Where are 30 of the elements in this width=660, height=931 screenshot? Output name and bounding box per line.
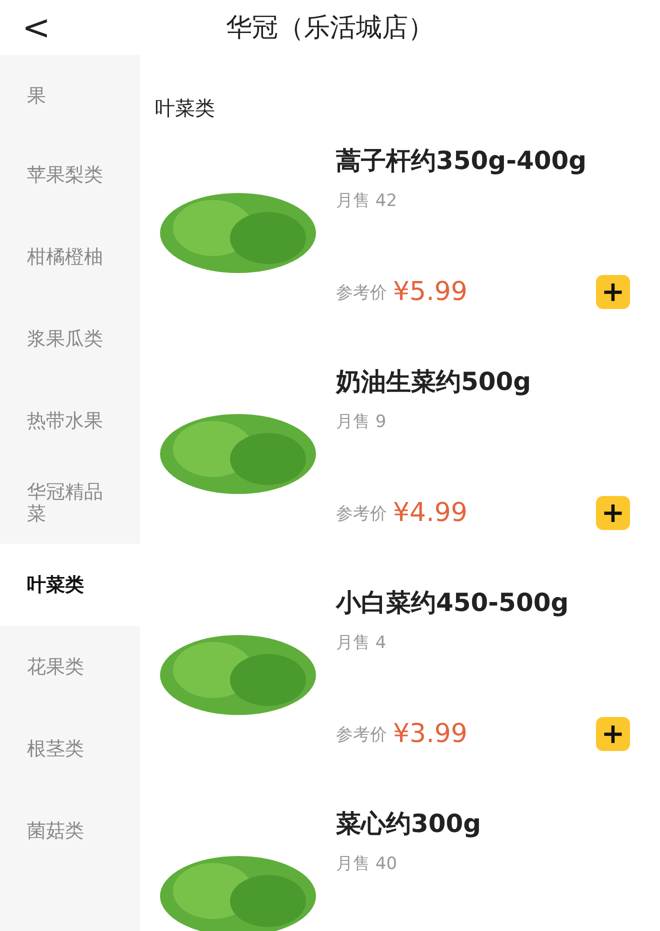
price-label: 参考价 <box>336 282 387 304</box>
add-button[interactable]: + <box>596 275 630 309</box>
add-button[interactable]: + <box>596 717 630 751</box>
monthly-sales: 月售 9 <box>336 411 388 433</box>
add-button[interactable]: + <box>596 496 630 530</box>
category-item[interactable]: 浆果瓜类 <box>0 298 140 380</box>
product-name: 蒿子杆约350g-400g <box>336 145 588 177</box>
category-item[interactable]: 柑橘橙柚 <box>0 216 140 298</box>
category-item[interactable]: 菌菇类 <box>0 790 140 872</box>
monthly-sales: 月售 40 <box>336 853 398 875</box>
product-name: 小白菜约450-500g <box>336 587 570 619</box>
product-name: 菜心约300g <box>336 808 482 840</box>
category-item[interactable]: 华冠精品菜 <box>0 462 140 544</box>
category-item[interactable]: 根茎类 <box>0 708 140 790</box>
price-label: 参考价 <box>336 502 387 524</box>
category-item[interactable]: 热带水果 <box>0 380 140 462</box>
section-title: 叶菜类 <box>155 95 216 122</box>
price: ¥4.99 <box>393 498 468 528</box>
monthly-sales: 月售 4 <box>336 632 388 654</box>
category-item[interactable]: 苹果梨类 <box>0 134 140 216</box>
back-button[interactable]: < <box>22 8 50 48</box>
category-item[interactable]: 叶菜类 <box>0 544 140 626</box>
product-name: 奶油生菜约500g <box>336 366 532 398</box>
category-item[interactable]: 果 <box>0 55 140 134</box>
store-title: 华冠（乐活城店） <box>226 12 434 45</box>
price: ¥3.99 <box>393 719 468 749</box>
price: ¥5.99 <box>393 277 468 307</box>
category-item[interactable]: 花果类 <box>0 626 140 708</box>
monthly-sales: 月售 42 <box>336 190 398 212</box>
price-label: 参考价 <box>336 724 387 746</box>
